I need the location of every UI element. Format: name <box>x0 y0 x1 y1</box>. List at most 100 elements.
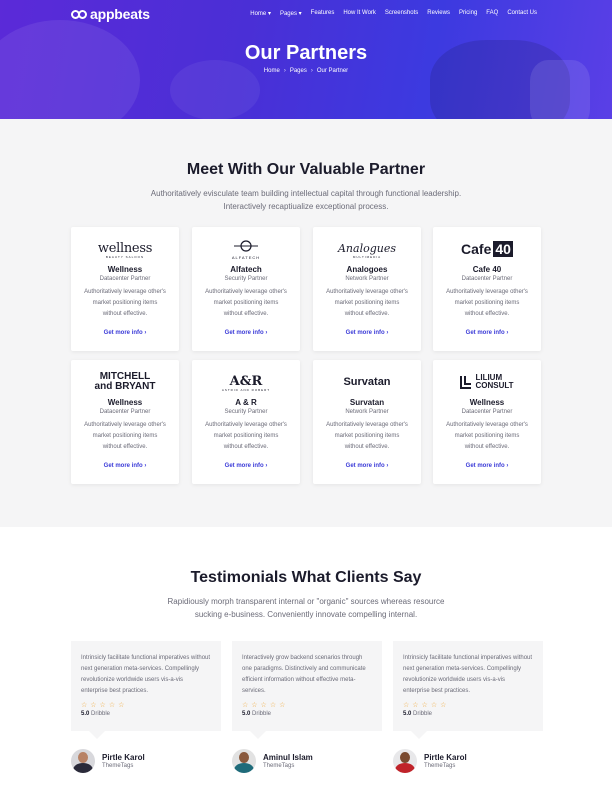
author-name: Pirtle Karol <box>424 753 467 762</box>
partner-type: Network Partner <box>345 409 389 415</box>
author-company: ThemeTags <box>102 763 134 769</box>
nav-features[interactable]: Features <box>311 10 335 17</box>
partner-card: A&R ASTRID AND ROBERT A & R Security Part… <box>192 360 300 484</box>
author-company: ThemeTags <box>424 763 456 769</box>
star-rating: ☆☆☆☆☆ <box>242 702 289 709</box>
partner-description: Authoritatively leverage other's market … <box>84 422 166 450</box>
partner-name: Alfatech <box>230 265 262 274</box>
get-more-info-link[interactable]: Get more info › <box>346 463 389 469</box>
partners-section: Meet With Our Valuable Partner Authorita… <box>0 119 612 527</box>
alfatech-logo-icon <box>234 239 258 252</box>
testimonials-title: Testimonials What Clients Say <box>190 569 422 586</box>
author-company: ThemeTags <box>263 763 295 769</box>
partner-type: Network Partner <box>345 276 389 282</box>
nav-pricing[interactable]: Pricing <box>459 10 477 17</box>
testimonial-card: Intrinsicly facilitate functional impera… <box>71 641 221 739</box>
testimonial-author: Pirtle Karol ThemeTags <box>71 749 145 773</box>
partner-description: Authoritatively leverage other's market … <box>205 422 287 450</box>
partner-type: Datacenter Partner <box>461 276 513 282</box>
testimonials-subtitle: Rapidiously morph transparent internal o… <box>167 597 445 619</box>
nav-reviews[interactable]: Reviews <box>427 10 450 17</box>
get-more-info-link[interactable]: Get more info › <box>104 463 147 469</box>
star-rating: ☆☆☆☆☆ <box>81 702 128 709</box>
partner-card: Cafe 40 Cafe 40 Datacenter Partner Author… <box>433 227 541 351</box>
partner-type: Security Partner <box>224 276 268 282</box>
get-more-info-link[interactable]: Get more info › <box>346 330 389 336</box>
breadcrumb-separator: › <box>283 68 286 74</box>
partner-type: Datacenter Partner <box>461 409 513 415</box>
rating-score: 5.0 Dribble <box>81 711 111 717</box>
partner-logo: LILIUM CONSULT <box>433 369 541 395</box>
partner-logo: MITCHELL and BRYANT <box>94 371 156 392</box>
nav-faq[interactable]: FAQ <box>486 10 498 17</box>
partner-card: MITCHELL and BRYANT Wellness Datacenter P… <box>71 360 179 484</box>
author-name: Aminul Islam <box>263 753 313 762</box>
partner-name: Analogoes <box>346 265 388 274</box>
partner-logo: ALFATECH <box>192 236 300 262</box>
partner-card: ALFATECH Alfatech Security Partner Autho… <box>192 227 300 351</box>
partner-type: Security Partner <box>224 409 268 415</box>
partner-description: Authoritatively leverage other's market … <box>326 422 408 450</box>
partner-card: Analogues MULTIMEDIA Analogoes Network Pa… <box>313 227 421 351</box>
partner-name: Survatan <box>349 398 385 407</box>
partner-name: Wellness <box>107 265 143 274</box>
nav-screenshots[interactable]: Screenshots <box>385 10 418 17</box>
nav-how-it-work[interactable]: How It Work <box>343 10 376 17</box>
rating-score: 5.0 Dribble <box>403 711 433 717</box>
partner-name: A & R <box>235 398 257 407</box>
get-more-info-link[interactable]: Get more info › <box>225 330 268 336</box>
nav-home[interactable]: Home ▾ <box>250 10 271 17</box>
avatar <box>232 749 256 773</box>
star-rating: ☆☆☆☆☆ <box>403 702 450 709</box>
partner-description: Authoritatively leverage other's market … <box>446 422 528 450</box>
page-title: Our Partners <box>244 42 368 64</box>
breadcrumb-pages[interactable]: Pages <box>290 68 307 74</box>
partner-logo: A&R ASTRID AND ROBERT <box>221 374 271 392</box>
nav-contact[interactable]: Contact Us <box>507 10 537 17</box>
get-more-info-link[interactable]: Get more info › <box>466 463 509 469</box>
partner-card: Survatan Survatan Network Partner Author… <box>313 360 421 484</box>
partners-title: Meet With Our Valuable Partner <box>186 161 426 178</box>
partner-card: wellness BEAUTY SALOON Wellness Datacente… <box>71 227 179 351</box>
testimonial-card: Intrinsicly facilitate functional impera… <box>393 641 543 739</box>
partner-card: LILIUM CONSULT Wellness Datacenter Partne… <box>433 360 541 484</box>
get-more-info-link[interactable]: Get more info › <box>225 463 268 469</box>
testimonial-card: Interactively grow backend scenarios thr… <box>232 641 382 739</box>
breadcrumb-home[interactable]: Home <box>264 68 280 74</box>
partner-description: Authoritatively leverage other's market … <box>446 289 528 317</box>
partner-description: Authoritatively leverage other's market … <box>205 289 287 317</box>
partner-logo: Survatan <box>343 376 391 388</box>
partner-logo: wellness BEAUTY SALOON <box>97 241 153 259</box>
breadcrumb-current: Our Partner <box>316 68 349 74</box>
author-name: Pirtle Karol <box>102 753 145 762</box>
partner-name: Cafe 40 <box>472 265 502 274</box>
breadcrumb: Home › Pages › Our Partner <box>0 68 612 74</box>
partner-name: Wellness <box>469 398 505 407</box>
partner-type: Datacenter Partner <box>99 276 151 282</box>
partner-logo: Cafe 40 <box>461 241 513 257</box>
testimonial-author: Pirtle Karol ThemeTags <box>393 749 467 773</box>
avatar <box>71 749 95 773</box>
hero-banner: appbeats Home ▾ Pages ▾ Features How It … <box>0 0 612 119</box>
partner-name: Wellness <box>107 398 143 407</box>
breadcrumb-separator: › <box>310 68 313 74</box>
partner-logo: Analogues MULTIMEDIA <box>337 242 396 259</box>
nav-pages[interactable]: Pages ▾ <box>280 10 302 17</box>
site-logo[interactable]: appbeats <box>71 6 150 22</box>
avatar <box>393 749 417 773</box>
testimonial-text: Intrinsicly facilitate functional impera… <box>81 655 211 694</box>
logo-icon <box>71 8 87 20</box>
lilium-logo-icon <box>460 376 472 389</box>
partners-subtitle: Authoritatively evisculate team building… <box>150 189 462 211</box>
main-nav: Home ▾ Pages ▾ Features How It Work Scre… <box>250 10 537 17</box>
partner-description: Authoritatively leverage other's market … <box>326 289 408 317</box>
testimonial-author: Aminul Islam ThemeTags <box>232 749 313 773</box>
get-more-info-link[interactable]: Get more info › <box>104 330 147 336</box>
partner-type: Datacenter Partner <box>99 409 151 415</box>
rating-score: 5.0 Dribble <box>242 711 272 717</box>
logo-text: appbeats <box>90 6 150 22</box>
partner-description: Authoritatively leverage other's market … <box>84 289 166 317</box>
get-more-info-link[interactable]: Get more info › <box>466 330 509 336</box>
testimonial-text: Interactively grow backend scenarios thr… <box>242 655 366 694</box>
testimonial-text: Intrinsicly facilitate functional impera… <box>403 655 533 694</box>
